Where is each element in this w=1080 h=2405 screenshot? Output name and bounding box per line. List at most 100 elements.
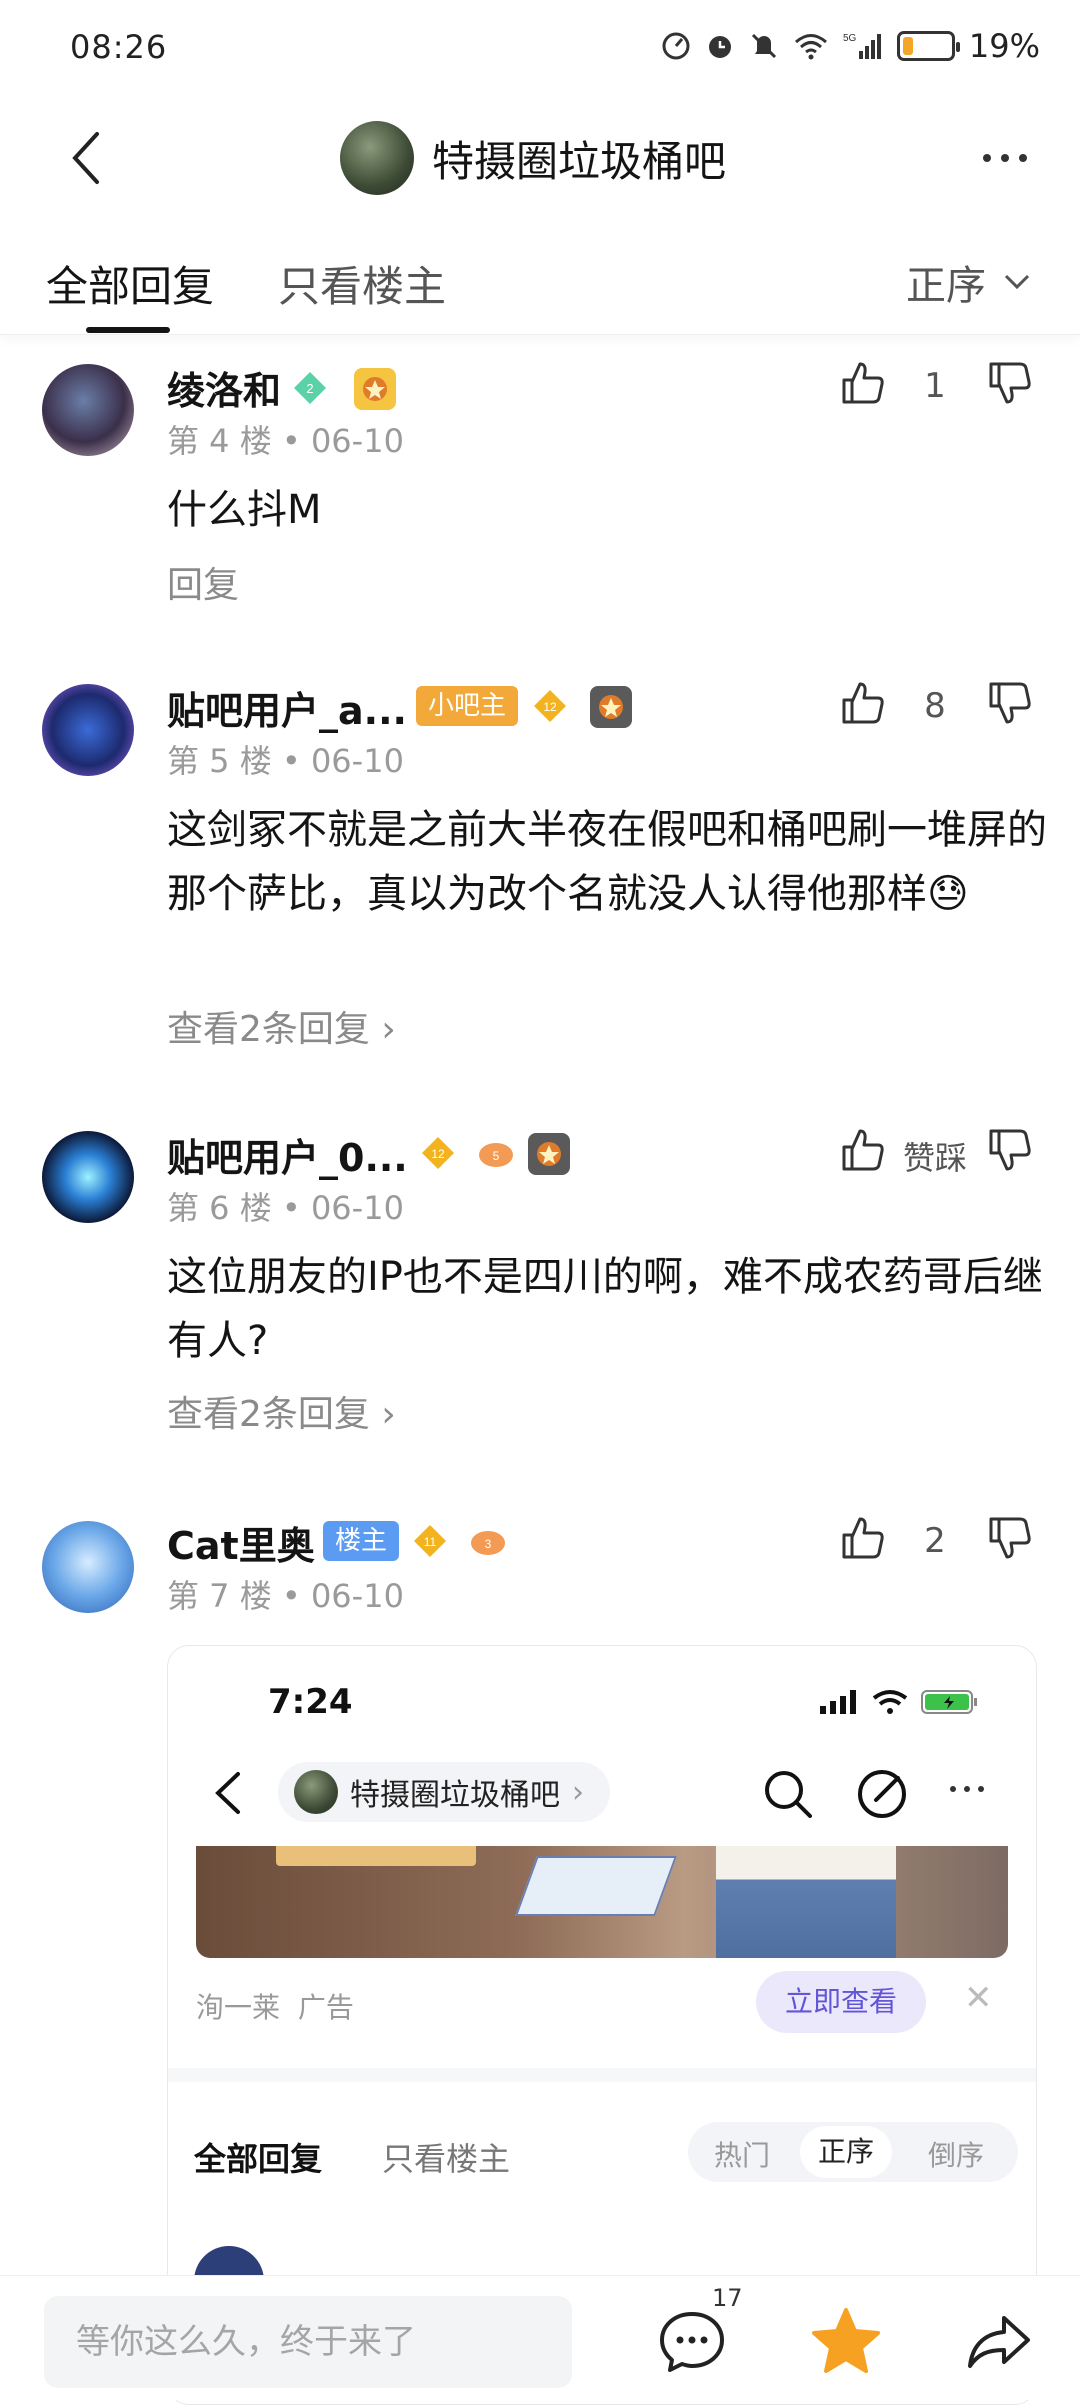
- sort-hot: 热门: [714, 2139, 771, 2172]
- mute-icon: [751, 33, 776, 59]
- username[interactable]: Cat里奥: [167, 1515, 315, 1570]
- post-meta: 第 7 楼 • 06-10: [167, 1577, 404, 1615]
- status-bar: 08:26 5G 19%: [0, 0, 1080, 100]
- close-icon: ✕: [964, 1978, 993, 2018]
- ad-banner: [196, 1846, 1008, 1958]
- medal-icon: [590, 686, 632, 728]
- thumbs-down-icon[interactable]: [985, 678, 1035, 728]
- view-replies-link[interactable]: 查看2条回复 ›: [167, 1385, 396, 1437]
- ad-source: 洵一莱 广告: [196, 1991, 354, 2024]
- level-gem-icon: 12: [422, 1137, 454, 1169]
- svg-text:3: 3: [485, 1537, 492, 1551]
- view-replies-link[interactable]: 查看2条回复 ›: [167, 1000, 396, 1052]
- reply-input[interactable]: 等你这么久，终于来了: [44, 2296, 572, 2388]
- more-button[interactable]: [970, 130, 1040, 186]
- medal-icon: [528, 1133, 570, 1175]
- status-time: 08:26: [70, 28, 168, 66]
- star-icon[interactable]: [806, 2302, 886, 2382]
- edit-icon: [858, 1770, 906, 1818]
- reply-content: 什么抖M: [167, 487, 322, 533]
- thumbs-down-icon[interactable]: [985, 358, 1035, 408]
- level-gem-icon: 12: [534, 690, 566, 722]
- avatar[interactable]: [42, 684, 134, 776]
- tab-owner-only[interactable]: 只看楼主: [278, 253, 446, 314]
- like-count: 8: [924, 686, 946, 726]
- reply-content: 这剑冢不就是之前大半夜在假吧和桶吧刷一堆屏的那个萨比，真以为改个名就没人认得他那…: [167, 807, 1047, 917]
- svg-text:12: 12: [431, 1147, 445, 1161]
- username[interactable]: 贴吧用户_0...: [167, 1127, 408, 1182]
- thumbs-up-icon[interactable]: [838, 1513, 888, 1563]
- bottom-bar: 等你这么久，终于来了 17: [0, 2275, 1080, 2400]
- thumbs-down-icon[interactable]: [985, 1513, 1035, 1563]
- alarm-icon: [708, 36, 731, 58]
- embedded-time: 7:24: [268, 1682, 353, 1722]
- signal-5g-icon: 5G: [843, 33, 881, 59]
- battery-icon: [896, 31, 960, 61]
- reply-tabs: 全部回复 只看楼主 正序: [0, 215, 1080, 335]
- reply-link[interactable]: 回复: [167, 556, 239, 608]
- forum-avatar: [294, 1770, 338, 1814]
- more-icon: [950, 1786, 984, 1792]
- forum-title[interactable]: 特摄圈垃圾桶吧: [340, 120, 726, 196]
- medal-icon: [354, 368, 396, 410]
- embedded-forum-pill: 特摄圈垃圾桶吧 ›: [278, 1762, 610, 1822]
- svg-text:11: 11: [424, 1535, 437, 1549]
- embedded-sort-toggle: 热门 正序 倒序: [688, 2122, 1018, 2182]
- thumbs-up-icon[interactable]: [838, 1125, 888, 1175]
- embedded-tab-owner: 只看楼主: [382, 2140, 511, 2178]
- level-gem-icon: 2: [294, 372, 326, 404]
- like-count: 1: [924, 366, 946, 406]
- like-count: 2: [924, 1521, 946, 1561]
- reply-content: 这位朋友的IP也不是四川的啊，难不成农药哥后继有人?: [167, 1254, 1043, 1364]
- speed-icon: [662, 32, 690, 60]
- sort-dropdown[interactable]: 正序: [906, 253, 1030, 311]
- game-level-icon: 3: [471, 1531, 505, 1555]
- chevron-down-icon: [1004, 274, 1030, 290]
- level-gem-icon: 11: [414, 1525, 446, 1557]
- nav-bar: 特摄圈垃圾桶吧: [0, 100, 1080, 215]
- moderator-badge: 小吧主: [416, 686, 519, 726]
- divider: [168, 2068, 1036, 2082]
- thumbs-up-icon[interactable]: [838, 678, 888, 728]
- thumbs-down-icon[interactable]: [985, 1125, 1035, 1175]
- svg-text:5: 5: [493, 1149, 500, 1163]
- username[interactable]: 绫洛和: [167, 360, 281, 415]
- comment-count: 17: [712, 2284, 743, 2312]
- post-meta: 第 5 楼 • 06-10: [167, 742, 404, 780]
- avatar[interactable]: [42, 364, 134, 456]
- like-count: 赞踩: [902, 1139, 967, 1177]
- signal-icon: [820, 1690, 856, 1714]
- sort-label: 正序: [906, 263, 986, 309]
- post-meta: 第 6 楼 • 06-10: [167, 1189, 404, 1227]
- battery-percent: 19%: [968, 27, 1040, 65]
- comment-icon[interactable]: [656, 2306, 728, 2378]
- svg-text:12: 12: [543, 700, 557, 714]
- embedded-status-icons: [820, 1688, 980, 1716]
- status-icons: 5G 19%: [661, 26, 1040, 66]
- forum-avatar: [340, 121, 414, 195]
- tab-all-replies[interactable]: 全部回复: [46, 253, 214, 314]
- chevron-right-icon: ›: [572, 1774, 584, 1810]
- back-button[interactable]: [50, 118, 120, 198]
- search-icon: [765, 1771, 812, 1818]
- tab-indicator: [86, 327, 170, 333]
- share-icon[interactable]: [962, 2304, 1038, 2380]
- post-meta: 第 4 楼 • 06-10: [167, 422, 404, 460]
- wifi-icon: [872, 1690, 908, 1714]
- embedded-forum-name: 特摄圈垃圾桶吧: [350, 1778, 560, 1813]
- avatar[interactable]: [42, 1131, 134, 1223]
- thumbs-up-icon[interactable]: [838, 358, 888, 408]
- username[interactable]: 贴吧用户_a...: [167, 680, 407, 735]
- wifi-icon: [794, 34, 827, 60]
- chevron-left-icon: [215, 1772, 240, 1814]
- svg-text:2: 2: [306, 381, 313, 396]
- svg-text:5G: 5G: [843, 33, 857, 44]
- battery-charging-icon: [921, 1690, 977, 1714]
- chevron-left-icon: [72, 132, 99, 184]
- game-level-icon: 5: [479, 1143, 513, 1167]
- owner-badge: 楼主: [323, 1521, 400, 1561]
- embedded-tab-all: 全部回复: [194, 2140, 323, 2178]
- ad-view-button: 立即查看: [756, 1971, 926, 2033]
- avatar[interactable]: [42, 1521, 134, 1613]
- sort-asc: 正序: [800, 2126, 893, 2178]
